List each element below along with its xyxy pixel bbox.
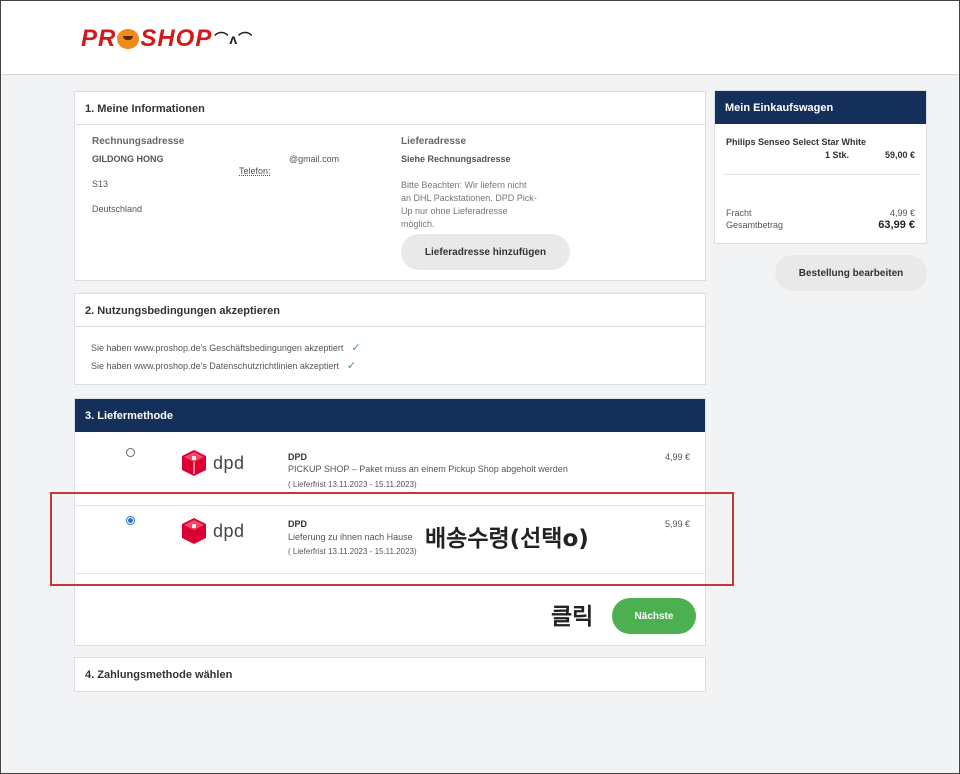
billing-address-label: Rechnungsadresse xyxy=(92,136,185,147)
section-title: 4. Zahlungsmethode wählen xyxy=(85,669,233,681)
cart-product-price: 59,00 € xyxy=(884,150,915,160)
add-shipping-address-button[interactable]: Lieferadresse hinzufügen xyxy=(401,234,570,270)
terms-text: Sie haben www.proshop.de's Geschäftsbedi… xyxy=(91,343,344,353)
check-icon: ✓ xyxy=(346,360,357,372)
check-icon: ✓ xyxy=(351,342,361,354)
option-delivery-period: ( Lieferfrist 13.11.2023 - 15.11.2023) xyxy=(288,480,417,489)
billing-name: GILDONG HONG xyxy=(92,154,164,164)
annotation-click-label: 클릭 xyxy=(551,604,594,630)
dpd-logo: dpd xyxy=(182,450,245,476)
cart-product-name: Philips Senseo Select Star White xyxy=(726,137,867,147)
proshop-logo[interactable]: PR SHOP ⌒ʌ⌒ xyxy=(81,25,253,53)
cart-title: Mein Einkaufswagen xyxy=(715,91,926,124)
section-title: 3. Liefermethode xyxy=(75,399,705,432)
bat-icon: ⌒ʌ⌒ xyxy=(214,31,254,47)
site-header: PR SHOP ⌒ʌ⌒ xyxy=(1,1,959,75)
phone-label: Telefon: xyxy=(239,166,271,176)
note-line: möglich. xyxy=(401,219,435,229)
section-terms: 2. Nutzungsbedingungen akzeptieren Sie h… xyxy=(74,293,706,385)
shipping-address-value: Siehe Rechnungsadresse xyxy=(401,154,511,164)
cart-panel: Mein Einkaufswagen Philips Senseo Select… xyxy=(714,90,927,244)
privacy-accepted-row: Sie haben www.proshop.de's Datenschutzri… xyxy=(91,359,356,372)
radio-pickup[interactable] xyxy=(126,448,135,457)
cart-shipping-value: 4,99 € xyxy=(889,208,915,218)
billing-email: @gmail.com xyxy=(289,154,340,164)
billing-country: Deutschland xyxy=(92,204,143,214)
divider xyxy=(723,174,920,175)
terms-accepted-row: Sie haben www.proshop.de's Geschäftsbedi… xyxy=(91,341,361,354)
section-title: 1. Meine Informationen xyxy=(75,92,705,125)
annotation-highlight-box xyxy=(50,492,734,586)
section-my-information: 1. Meine Informationen Rechnungsadresse … xyxy=(74,91,706,281)
option-description: PICKUP SHOP – Paket muss an einem Pickup… xyxy=(288,464,568,474)
dpd-wordmark: dpd xyxy=(213,452,245,473)
privacy-text: Sie haben www.proshop.de's Datenschutzri… xyxy=(91,361,339,371)
logo-text-b: SHOP xyxy=(140,25,213,52)
option-price: 4,99 € xyxy=(665,452,691,462)
pumpkin-icon xyxy=(117,29,140,49)
cart-shipping-label: Fracht xyxy=(726,208,752,218)
logo-text-a: PR xyxy=(81,25,117,52)
dpd-cube-icon xyxy=(182,450,206,476)
edit-order-button[interactable]: Bestellung bearbeiten xyxy=(775,255,927,291)
cart-product-qty: 1 Stk. xyxy=(825,150,850,160)
option-name: DPD xyxy=(288,452,308,462)
section-title: 2. Nutzungsbedingungen akzeptieren xyxy=(75,294,705,327)
annotation-select-label: 배송수령(선택o) xyxy=(425,526,589,552)
note-line: an DHL Packstationen. DPD Pick- xyxy=(401,193,537,203)
next-button[interactable]: Nächste xyxy=(612,598,696,634)
billing-street: S13 xyxy=(92,179,109,189)
cart-total-value: 63,99 € xyxy=(878,219,915,231)
delivery-note: Bitte Beachten: Wir liefern nicht an DHL… xyxy=(401,179,537,231)
section-payment-method[interactable]: 4. Zahlungsmethode wählen xyxy=(74,657,706,692)
note-line: Up nur ohne Lieferadresse xyxy=(401,206,508,216)
shipping-address-label: Lieferadresse xyxy=(401,136,467,147)
cart-total-label: Gesamtbetrag xyxy=(726,220,784,230)
note-line: Bitte Beachten: Wir liefern nicht xyxy=(401,180,527,190)
